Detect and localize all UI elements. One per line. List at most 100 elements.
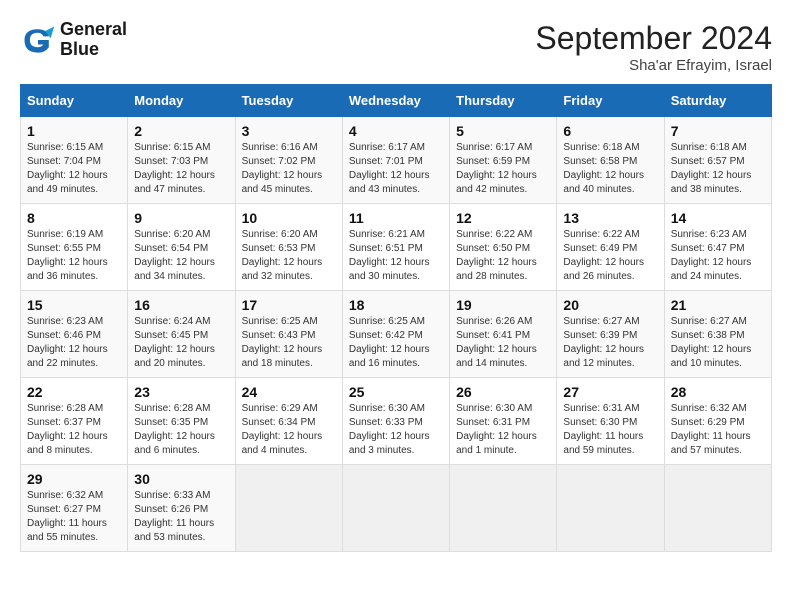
calendar-cell: 3Sunrise: 6:16 AM Sunset: 7:02 PM Daylig… xyxy=(235,117,342,204)
calendar-week-row: 1Sunrise: 6:15 AM Sunset: 7:04 PM Daylig… xyxy=(21,117,772,204)
calendar-cell: 16Sunrise: 6:24 AM Sunset: 6:45 PM Dayli… xyxy=(128,291,235,378)
title-area: September 2024 Sha'ar Efrayim, Israel xyxy=(535,20,772,74)
day-info: Sunrise: 6:17 AM Sunset: 6:59 PM Dayligh… xyxy=(456,141,550,197)
calendar-week-row: 15 Sunrise: 6:23 AM Sunset: 6:46 PM Dayli… xyxy=(21,291,772,378)
day-info: Sunrise: 6:20 AM Sunset: 6:53 PM Dayligh… xyxy=(242,228,336,284)
calendar-cell: 24 Sunrise: 6:29 AM Sunset: 6:34 PM Dayli… xyxy=(235,378,342,465)
calendar-cell xyxy=(557,465,664,552)
logo: General Blue xyxy=(20,20,127,60)
day-number: 30 xyxy=(134,471,228,487)
day-number: 2 xyxy=(134,123,228,139)
calendar-cell: 8Sunrise: 6:19 AM Sunset: 6:55 PM Daylig… xyxy=(21,204,128,291)
calendar-cell: 26Sunrise: 6:30 AM Sunset: 6:31 PM Dayli… xyxy=(450,378,557,465)
day-number: 6 xyxy=(563,123,657,139)
header-day-friday: Friday xyxy=(557,85,664,117)
day-info: Sunrise: 6:21 AM Sunset: 6:51 PM Dayligh… xyxy=(349,228,443,284)
calendar-cell: 22 Sunrise: 6:28 AM Sunset: 6:37 PM Dayli… xyxy=(21,378,128,465)
calendar-cell xyxy=(664,465,771,552)
day-number: 7 xyxy=(671,123,765,139)
calendar-cell: 11 Sunrise: 6:21 AM Sunset: 6:51 PM Dayli… xyxy=(342,204,449,291)
day-number: 27 xyxy=(563,384,657,400)
calendar-cell: 21 Sunrise: 6:27 AM Sunset: 6:38 PM Dayli… xyxy=(664,291,771,378)
header-day-wednesday: Wednesday xyxy=(342,85,449,117)
logo-icon xyxy=(20,22,56,58)
day-number: 22 xyxy=(27,384,121,400)
calendar-week-row: 29 Sunrise: 6:32 AM Sunset: 6:27 PM Dayli… xyxy=(21,465,772,552)
month-title: September 2024 xyxy=(535,20,772,57)
calendar-cell: 7 Sunrise: 6:18 AM Sunset: 6:57 PM Daylig… xyxy=(664,117,771,204)
calendar-cell xyxy=(235,465,342,552)
calendar-table: SundayMondayTuesdayWednesdayThursdayFrid… xyxy=(20,84,772,552)
day-number: 21 xyxy=(671,297,765,313)
day-info: Sunrise: 6:16 AM Sunset: 7:02 PM Dayligh… xyxy=(242,141,336,197)
day-number: 25 xyxy=(349,384,443,400)
day-number: 15 xyxy=(27,297,121,313)
day-number: 20 xyxy=(563,297,657,313)
logo-line1: General xyxy=(60,20,127,40)
calendar-cell: 5 Sunrise: 6:17 AM Sunset: 6:59 PM Daylig… xyxy=(450,117,557,204)
page-header: General Blue September 2024 Sha'ar Efray… xyxy=(20,20,772,74)
day-number: 19 xyxy=(456,297,550,313)
day-info: Sunrise: 6:20 AM Sunset: 6:54 PM Dayligh… xyxy=(134,228,228,284)
day-info: Sunrise: 6:27 AM Sunset: 6:38 PM Dayligh… xyxy=(671,315,765,371)
day-info: Sunrise: 6:31 AM Sunset: 6:30 PM Dayligh… xyxy=(563,402,657,458)
day-number: 23 xyxy=(134,384,228,400)
day-info: Sunrise: 6:23 AM Sunset: 6:47 PM Dayligh… xyxy=(671,228,765,284)
calendar-cell: 9 Sunrise: 6:20 AM Sunset: 6:54 PM Daylig… xyxy=(128,204,235,291)
header-day-sunday: Sunday xyxy=(21,85,128,117)
day-number: 16 xyxy=(134,297,228,313)
day-number: 4 xyxy=(349,123,443,139)
header-day-tuesday: Tuesday xyxy=(235,85,342,117)
day-number: 5 xyxy=(456,123,550,139)
day-number: 29 xyxy=(27,471,121,487)
calendar-week-row: 22 Sunrise: 6:28 AM Sunset: 6:37 PM Dayli… xyxy=(21,378,772,465)
day-info: Sunrise: 6:25 AM Sunset: 6:43 PM Dayligh… xyxy=(242,315,336,371)
day-number: 9 xyxy=(134,210,228,226)
calendar-cell: 20 Sunrise: 6:27 AM Sunset: 6:39 PM Dayli… xyxy=(557,291,664,378)
calendar-week-row: 8Sunrise: 6:19 AM Sunset: 6:55 PM Daylig… xyxy=(21,204,772,291)
calendar-cell: 23 Sunrise: 6:28 AM Sunset: 6:35 PM Dayli… xyxy=(128,378,235,465)
calendar-header-row: SundayMondayTuesdayWednesdayThursdayFrid… xyxy=(21,85,772,117)
day-info: Sunrise: 6:27 AM Sunset: 6:39 PM Dayligh… xyxy=(563,315,657,371)
day-info: Sunrise: 6:30 AM Sunset: 6:31 PM Dayligh… xyxy=(456,402,550,458)
day-info: Sunrise: 6:29 AM Sunset: 6:34 PM Dayligh… xyxy=(242,402,336,458)
day-number: 8 xyxy=(27,210,121,226)
day-info: Sunrise: 6:28 AM Sunset: 6:35 PM Dayligh… xyxy=(134,402,228,458)
day-info: Sunrise: 6:25 AM Sunset: 6:42 PM Dayligh… xyxy=(349,315,443,371)
day-info: Sunrise: 6:32 AM Sunset: 6:27 PM Dayligh… xyxy=(27,489,121,545)
calendar-cell: 1Sunrise: 6:15 AM Sunset: 7:04 PM Daylig… xyxy=(21,117,128,204)
logo-line2: Blue xyxy=(60,40,127,60)
day-number: 18 xyxy=(349,297,443,313)
day-info: Sunrise: 6:17 AM Sunset: 7:01 PM Dayligh… xyxy=(349,141,443,197)
header-day-thursday: Thursday xyxy=(450,85,557,117)
calendar-cell: 14Sunrise: 6:23 AM Sunset: 6:47 PM Dayli… xyxy=(664,204,771,291)
day-info: Sunrise: 6:30 AM Sunset: 6:33 PM Dayligh… xyxy=(349,402,443,458)
calendar-cell: 6Sunrise: 6:18 AM Sunset: 6:58 PM Daylig… xyxy=(557,117,664,204)
calendar-cell: 19 Sunrise: 6:26 AM Sunset: 6:41 PM Dayli… xyxy=(450,291,557,378)
calendar-cell: 10 Sunrise: 6:20 AM Sunset: 6:53 PM Dayli… xyxy=(235,204,342,291)
day-info: Sunrise: 6:28 AM Sunset: 6:37 PM Dayligh… xyxy=(27,402,121,458)
calendar-cell: 30 Sunrise: 6:33 AM Sunset: 6:26 PM Dayli… xyxy=(128,465,235,552)
day-number: 12 xyxy=(456,210,550,226)
day-number: 24 xyxy=(242,384,336,400)
day-number: 28 xyxy=(671,384,765,400)
location-subtitle: Sha'ar Efrayim, Israel xyxy=(535,57,772,74)
header-day-saturday: Saturday xyxy=(664,85,771,117)
day-number: 11 xyxy=(349,210,443,226)
calendar-cell: 29 Sunrise: 6:32 AM Sunset: 6:27 PM Dayli… xyxy=(21,465,128,552)
day-info: Sunrise: 6:33 AM Sunset: 6:26 PM Dayligh… xyxy=(134,489,228,545)
calendar-cell: 4 Sunrise: 6:17 AM Sunset: 7:01 PM Daylig… xyxy=(342,117,449,204)
day-info: Sunrise: 6:15 AM Sunset: 7:04 PM Dayligh… xyxy=(27,141,121,197)
calendar-cell: 2 Sunrise: 6:15 AM Sunset: 7:03 PM Daylig… xyxy=(128,117,235,204)
calendar-cell: 15 Sunrise: 6:23 AM Sunset: 6:46 PM Dayli… xyxy=(21,291,128,378)
day-info: Sunrise: 6:23 AM Sunset: 6:46 PM Dayligh… xyxy=(27,315,121,371)
day-info: Sunrise: 6:26 AM Sunset: 6:41 PM Dayligh… xyxy=(456,315,550,371)
day-info: Sunrise: 6:18 AM Sunset: 6:57 PM Dayligh… xyxy=(671,141,765,197)
calendar-cell xyxy=(450,465,557,552)
day-number: 10 xyxy=(242,210,336,226)
day-info: Sunrise: 6:15 AM Sunset: 7:03 PM Dayligh… xyxy=(134,141,228,197)
calendar-cell: 12Sunrise: 6:22 AM Sunset: 6:50 PM Dayli… xyxy=(450,204,557,291)
day-info: Sunrise: 6:22 AM Sunset: 6:49 PM Dayligh… xyxy=(563,228,657,284)
logo-text: General Blue xyxy=(60,20,127,60)
day-number: 17 xyxy=(242,297,336,313)
